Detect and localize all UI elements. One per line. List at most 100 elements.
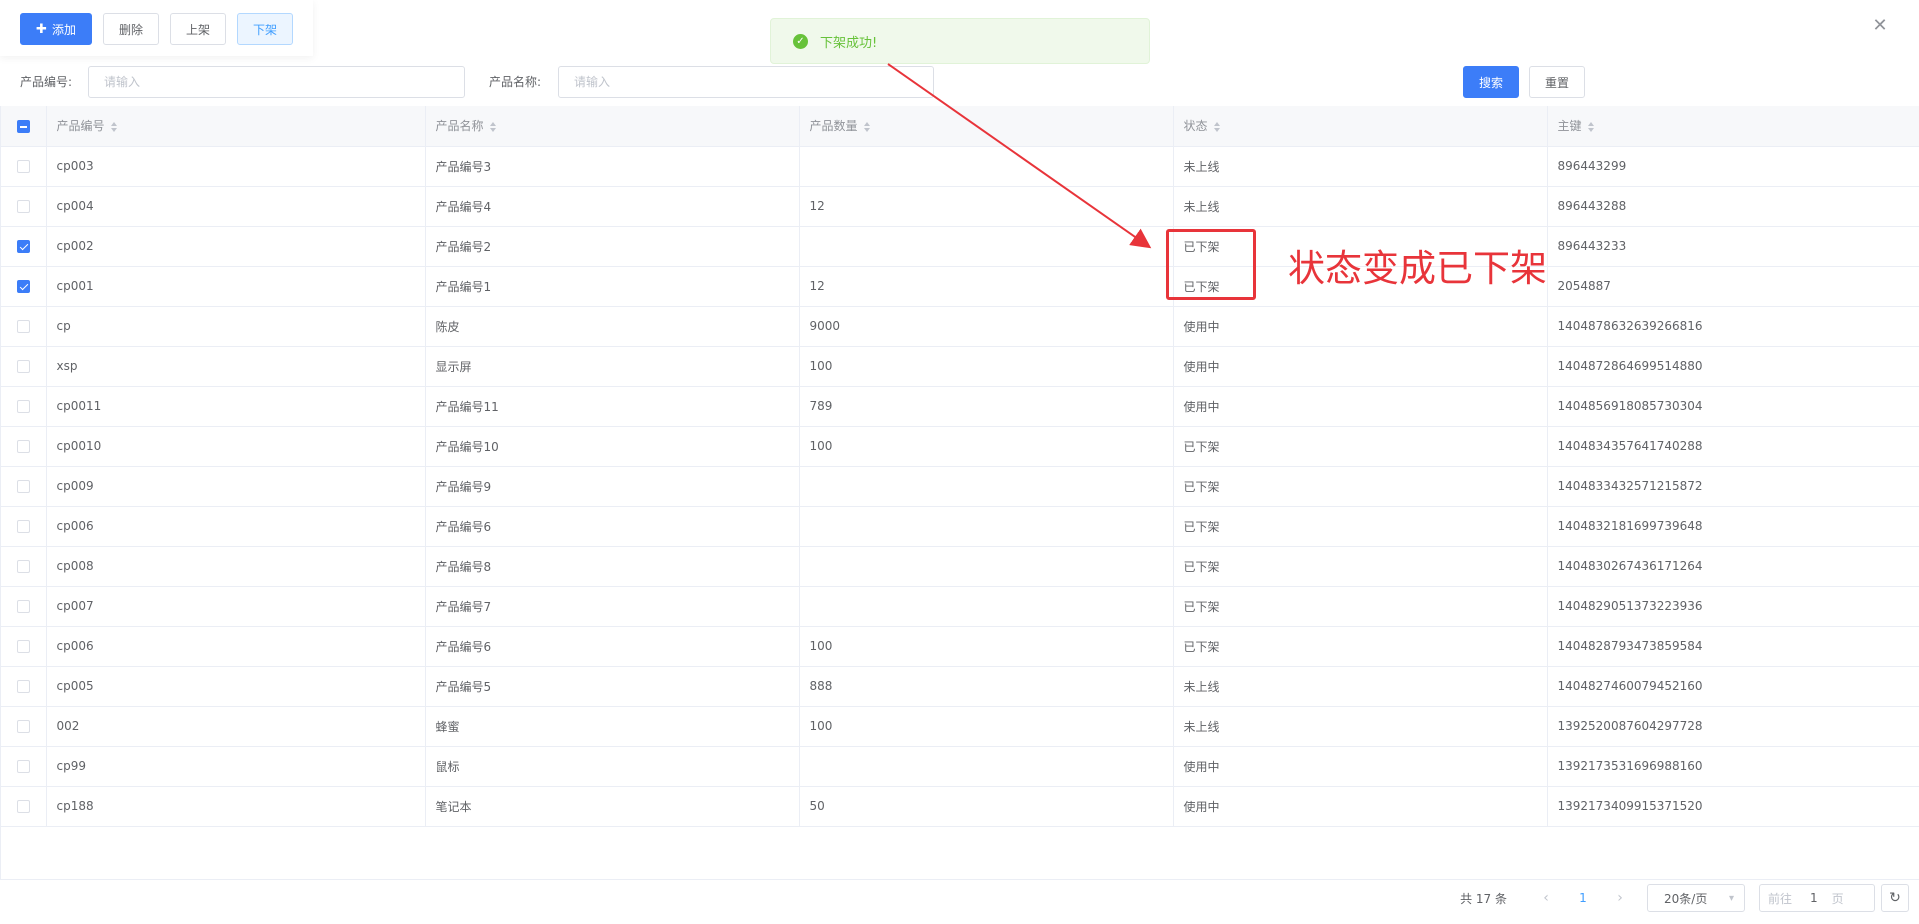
pagination-total: 共 17 条 (1460, 891, 1507, 906)
table-row[interactable]: cp002 产品编号2 已下架 896443233 (1, 226, 1919, 267)
row-checkbox-cell (1, 746, 47, 787)
row-checkbox[interactable] (17, 680, 30, 693)
table-row[interactable]: cp006 产品编号6 100 已下架 1404828793473859584 (1, 626, 1919, 667)
column-header-status[interactable]: 状态 (1173, 106, 1548, 147)
cell-product-code: cp007 (46, 586, 426, 627)
cell-product-code: cp99 (46, 746, 426, 787)
cell-product-code: cp008 (46, 546, 426, 587)
cell-product-qty: 12 (799, 266, 1174, 307)
name-input[interactable] (558, 66, 934, 98)
cell-product-qty: 100 (799, 706, 1174, 747)
column-header-name[interactable]: 产品名称 (425, 106, 800, 147)
table-row[interactable]: cp001 产品编号1 12 已下架 2054887 (1, 266, 1919, 307)
table-row[interactable]: cp0011 产品编号11 789 使用中 1404856918085730304 (1, 386, 1919, 427)
cell-status: 未上线 (1173, 186, 1548, 227)
cell-status: 已下架 (1173, 546, 1548, 587)
table-row[interactable]: 002 蜂蜜 100 未上线 1392520087604297728 (1, 706, 1919, 747)
row-checkbox[interactable] (17, 560, 30, 573)
delete-button[interactable]: 删除 (103, 13, 159, 45)
search-button[interactable]: 搜索 (1463, 66, 1519, 98)
column-header-code[interactable]: 产品编号 (46, 106, 426, 147)
cell-product-qty (799, 146, 1174, 187)
row-checkbox[interactable] (17, 160, 30, 173)
chevron-down-icon: ▾ (1728, 892, 1734, 904)
cell-product-name: 产品编号8 (425, 546, 800, 587)
next-page-icon[interactable]: › (1609, 890, 1631, 906)
reset-button[interactable]: 重置 (1529, 66, 1585, 98)
row-checkbox-cell (1, 186, 47, 227)
cell-primary-key: 896443233 (1547, 226, 1919, 267)
table-row[interactable]: xsp 显示屏 100 使用中 1404872864699514880 (1, 346, 1919, 387)
cell-status: 已下架 (1173, 626, 1548, 667)
row-checkbox[interactable] (17, 520, 30, 533)
row-checkbox[interactable] (17, 440, 30, 453)
row-checkbox[interactable] (17, 400, 30, 413)
annotation-text: 状态变成已下架 (1288, 247, 1547, 290)
goto-suffix: 页 (1831, 891, 1844, 906)
sort-icon[interactable] (489, 121, 496, 132)
page-jumper: 前往 1 页 (1759, 884, 1875, 912)
table-row[interactable]: cp003 产品编号3 未上线 896443299 (1, 146, 1919, 187)
sort-icon[interactable] (863, 121, 870, 132)
row-checkbox-cell (1, 386, 47, 427)
sort-icon[interactable] (110, 121, 117, 132)
cell-primary-key: 896443299 (1547, 146, 1919, 187)
close-icon[interactable]: ✕ (1870, 16, 1890, 36)
cell-product-code: cp (46, 306, 426, 347)
table-row[interactable]: cp007 产品编号7 已下架 1404829051373223936 (1, 586, 1919, 627)
table-row[interactable]: cp99 鼠标 使用中 1392173531696988160 (1, 746, 1919, 787)
cell-product-code: cp003 (46, 146, 426, 187)
cell-primary-key: 1404834357641740288 (1547, 426, 1919, 467)
row-checkbox[interactable] (17, 280, 30, 293)
row-checkbox[interactable] (17, 600, 30, 613)
row-checkbox[interactable] (17, 200, 30, 213)
code-input[interactable] (88, 66, 465, 98)
row-checkbox[interactable] (17, 800, 30, 813)
prev-page-icon[interactable]: ‹ (1535, 890, 1557, 906)
cell-product-qty: 888 (799, 666, 1174, 707)
add-button[interactable]: ✚ 添加 (20, 13, 92, 45)
cell-product-code: cp0011 (46, 386, 426, 427)
table-row[interactable]: cp006 产品编号6 已下架 1404832181699739648 (1, 506, 1919, 547)
cell-status: 未上线 (1173, 706, 1548, 747)
select-all-checkbox[interactable] (17, 119, 30, 133)
table-row[interactable]: cp009 产品编号9 已下架 1404833432571215872 (1, 466, 1919, 507)
row-checkbox[interactable] (17, 480, 30, 493)
cell-status: 已下架 (1173, 586, 1548, 627)
cell-product-code: xsp (46, 346, 426, 387)
cell-product-name: 产品编号7 (425, 586, 800, 627)
row-checkbox-cell (1, 666, 47, 707)
shelve-button[interactable]: 上架 (170, 13, 226, 45)
cell-product-code: cp004 (46, 186, 426, 227)
row-checkbox-cell (1, 626, 47, 667)
column-header-qty[interactable]: 产品数量 (799, 106, 1174, 147)
row-checkbox[interactable] (17, 720, 30, 733)
cell-status: 已下架 (1173, 466, 1548, 507)
cell-product-name: 陈皮 (425, 306, 800, 347)
cell-primary-key: 1404828793473859584 (1547, 626, 1919, 667)
row-checkbox[interactable] (17, 360, 30, 373)
table-row[interactable]: cp 陈皮 9000 使用中 1404878632639266816 (1, 306, 1919, 347)
row-checkbox[interactable] (17, 640, 30, 653)
cell-product-name: 产品编号4 (425, 186, 800, 227)
table-row[interactable]: cp188 笔记本 50 使用中 1392173409915371520 (1, 786, 1919, 827)
cell-product-code: cp188 (46, 786, 426, 827)
page-number-current[interactable]: 1 (1571, 891, 1595, 905)
table-row[interactable]: cp005 产品编号5 888 未上线 1404827460079452160 (1, 666, 1919, 707)
table-row[interactable]: cp004 产品编号4 12 未上线 896443288 (1, 186, 1919, 227)
refresh-icon[interactable]: ↻ (1881, 884, 1909, 912)
row-checkbox[interactable] (17, 760, 30, 773)
pagination: 共 17 条 ‹ 1 › 20条/页 ▾ 前往 1 页 ↻ (0, 882, 1919, 914)
row-checkbox[interactable] (17, 240, 30, 253)
column-header-key[interactable]: 主键 (1547, 106, 1919, 147)
table-row[interactable]: cp0010 产品编号10 100 已下架 1404834357641740288 (1, 426, 1919, 467)
cell-product-qty: 100 (799, 626, 1174, 667)
cell-primary-key: 896443288 (1547, 186, 1919, 227)
unshelve-button[interactable]: 下架 (237, 13, 293, 45)
page-size-select[interactable]: 20条/页 ▾ (1647, 884, 1745, 912)
table-row[interactable]: cp008 产品编号8 已下架 1404830267436171264 (1, 546, 1919, 587)
sort-icon[interactable] (1587, 121, 1594, 132)
sort-icon[interactable] (1213, 121, 1220, 132)
goto-input[interactable]: 1 (1810, 891, 1818, 905)
row-checkbox[interactable] (17, 320, 30, 333)
